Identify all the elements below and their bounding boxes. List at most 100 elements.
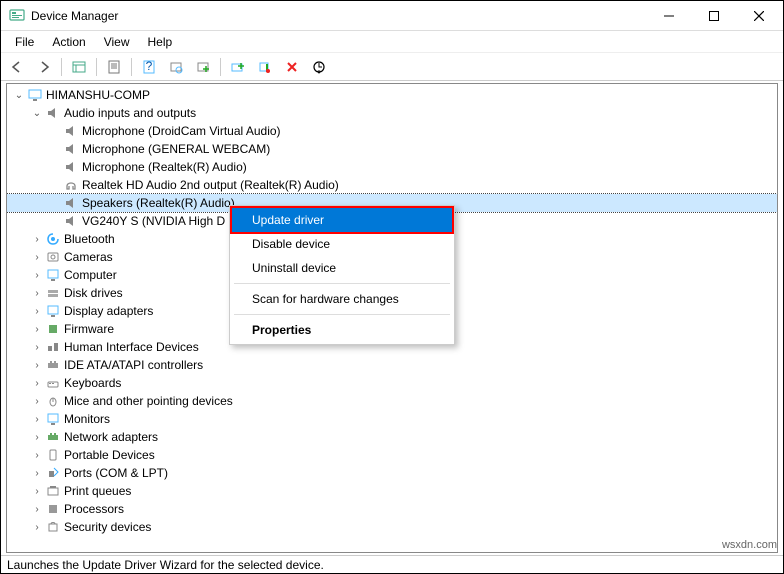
separator <box>96 58 97 76</box>
tree-label: Portable Devices <box>64 448 155 462</box>
category-icon <box>45 429 61 445</box>
tree-item[interactable]: Microphone (DroidCam Virtual Audio) <box>7 122 777 140</box>
tree-category[interactable]: › Keyboards <box>7 374 777 392</box>
speaker-icon <box>63 123 79 139</box>
speaker-icon <box>63 195 79 211</box>
expand-icon[interactable]: › <box>29 504 45 515</box>
category-icon <box>45 249 61 265</box>
tree-category[interactable]: ›Network adapters <box>7 428 777 446</box>
tree-item[interactable]: Microphone (GENERAL WEBCAM) <box>7 140 777 158</box>
tree-label: Speakers (Realtek(R) Audio) <box>82 196 235 210</box>
expand-icon[interactable]: › <box>29 360 45 371</box>
tree-category[interactable]: › Security devices <box>7 518 777 536</box>
tree-label: Audio inputs and outputs <box>64 106 196 120</box>
uninstall-button[interactable] <box>280 56 304 78</box>
speaker-icon <box>63 213 79 229</box>
menu-separator <box>234 314 450 315</box>
tree-label: Mice and other pointing devices <box>64 394 233 408</box>
show-hide-button[interactable] <box>67 56 91 78</box>
expand-icon[interactable]: › <box>29 396 45 407</box>
tree-category[interactable]: ›Processors <box>7 500 777 518</box>
watermark: wsxdn.com <box>722 539 777 551</box>
expand-icon[interactable]: › <box>29 288 45 299</box>
tree-category[interactable]: ›Ports (COM & LPT) <box>7 464 777 482</box>
close-button[interactable] <box>736 2 781 30</box>
category-icon <box>45 267 61 283</box>
tree-category[interactable]: › Portable Devices <box>7 446 777 464</box>
expand-icon[interactable]: › <box>29 324 45 335</box>
add-legacy-button[interactable] <box>191 56 215 78</box>
category-icon <box>45 393 61 409</box>
menu-action[interactable]: Action <box>44 33 93 51</box>
speaker-icon <box>45 105 61 121</box>
disable-button[interactable] <box>253 56 277 78</box>
tree-category-audio[interactable]: ⌄ Audio inputs and outputs <box>7 104 777 122</box>
menu-scan-hardware[interactable]: Scan for hardware changes <box>232 287 452 311</box>
forward-button[interactable] <box>32 56 56 78</box>
tree-label: IDE ATA/ATAPI controllers <box>64 358 203 372</box>
tree-label: Computer <box>64 268 117 282</box>
menu-uninstall-device[interactable]: Uninstall device <box>232 256 452 280</box>
tree-category[interactable]: › Print queues <box>7 482 777 500</box>
tree-label: Microphone (DroidCam Virtual Audio) <box>82 124 281 138</box>
tree-label: Keyboards <box>64 376 121 390</box>
update-driver-button[interactable] <box>226 56 250 78</box>
expand-icon[interactable]: › <box>29 378 45 389</box>
expand-icon[interactable]: › <box>29 342 45 353</box>
expand-icon[interactable]: › <box>29 270 45 281</box>
category-icon <box>45 501 61 517</box>
category-icon <box>45 321 61 337</box>
tree-category[interactable]: ›Monitors <box>7 410 777 428</box>
tree-category[interactable]: › IDE ATA/ATAPI controllers <box>7 356 777 374</box>
tree-label: Realtek HD Audio 2nd output (Realtek(R) … <box>82 178 339 192</box>
menu-disable-device[interactable]: Disable device <box>232 232 452 256</box>
tree-label: VG240Y S (NVIDIA High D <box>82 214 225 228</box>
back-button[interactable] <box>5 56 29 78</box>
tree-label: Bluetooth <box>64 232 115 246</box>
category-icon <box>45 357 61 373</box>
category-icon <box>45 303 61 319</box>
tree-label: Cameras <box>64 250 113 264</box>
separator <box>220 58 221 76</box>
status-text: Launches the Update Driver Wizard for th… <box>7 558 324 572</box>
context-menu: Update driver Disable device Uninstall d… <box>229 205 455 345</box>
menu-update-driver[interactable]: Update driver <box>232 208 452 232</box>
tree-item[interactable]: Microphone (Realtek(R) Audio) <box>7 158 777 176</box>
maximize-button[interactable] <box>691 2 736 30</box>
tree-label: Microphone (Realtek(R) Audio) <box>82 160 247 174</box>
tree-item[interactable]: Realtek HD Audio 2nd output (Realtek(R) … <box>7 176 777 194</box>
menu-file[interactable]: File <box>7 33 42 51</box>
tree-label: Print queues <box>64 484 131 498</box>
tree-label: Security devices <box>64 520 151 534</box>
scan-button[interactable] <box>164 56 188 78</box>
menu-help[interactable]: Help <box>140 33 181 51</box>
expand-icon[interactable]: › <box>29 522 45 533</box>
category-icon <box>45 411 61 427</box>
category-icon <box>45 231 61 247</box>
expand-icon[interactable]: › <box>29 234 45 245</box>
toolbar: ? <box>1 53 783 81</box>
minimize-button[interactable] <box>646 2 691 30</box>
tree-root[interactable]: ⌄ HIMANSHU-COMP <box>7 86 777 104</box>
expand-icon[interactable]: › <box>29 414 45 425</box>
expand-icon[interactable]: › <box>29 486 45 497</box>
properties-button[interactable] <box>102 56 126 78</box>
expand-icon[interactable]: › <box>29 468 45 479</box>
help-button[interactable]: ? <box>137 56 161 78</box>
title-bar: Device Manager <box>1 1 783 31</box>
menu-bar: File Action View Help <box>1 31 783 53</box>
category-icon <box>45 465 61 481</box>
expand-icon[interactable]: › <box>29 306 45 317</box>
tree-category[interactable]: › Mice and other pointing devices <box>7 392 777 410</box>
collapse-icon[interactable]: ⌄ <box>11 90 27 101</box>
scan-hardware-button[interactable] <box>307 56 331 78</box>
menu-properties[interactable]: Properties <box>232 318 452 342</box>
tree-label: HIMANSHU-COMP <box>46 88 150 102</box>
menu-view[interactable]: View <box>96 33 138 51</box>
computer-icon <box>27 87 43 103</box>
app-icon <box>9 8 25 24</box>
expand-icon[interactable]: › <box>29 450 45 461</box>
expand-icon[interactable]: › <box>29 432 45 443</box>
expand-icon[interactable]: › <box>29 252 45 263</box>
collapse-icon[interactable]: ⌄ <box>29 108 45 119</box>
